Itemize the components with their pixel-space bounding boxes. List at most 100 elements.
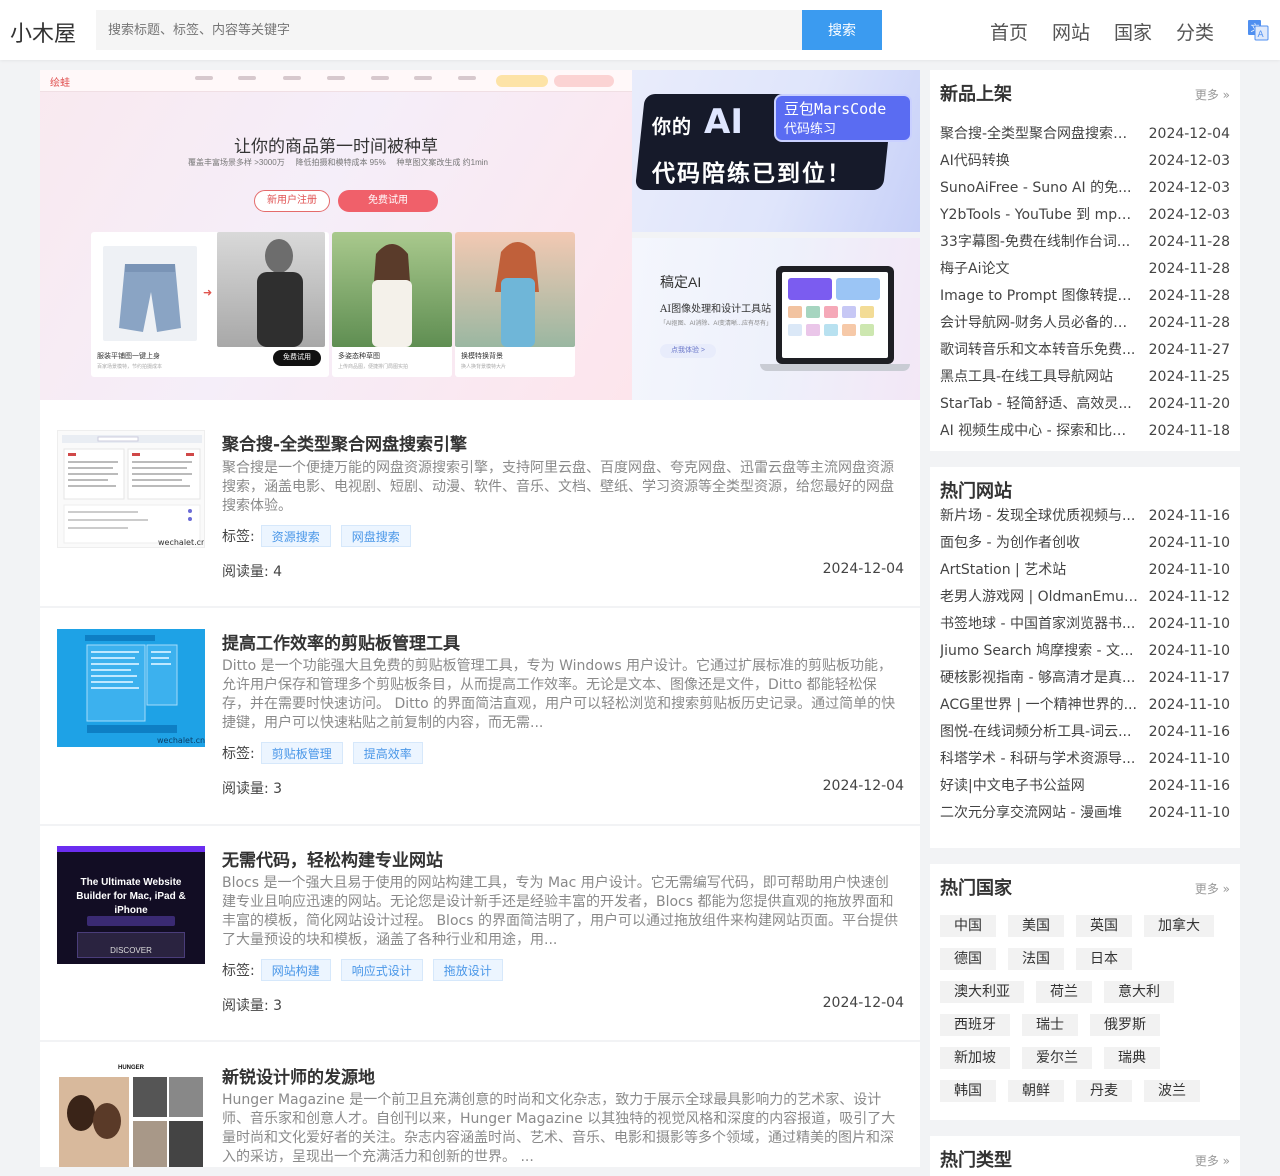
- country-tag[interactable]: 荷兰: [1036, 981, 1092, 1003]
- country-tag[interactable]: 法国: [1008, 948, 1064, 970]
- site-name[interactable]: 好读|中文电子书公益网: [940, 773, 1138, 800]
- sidebar-list-item[interactable]: 好读|中文电子书公益网 2024-11-16: [940, 773, 1230, 800]
- sidebar-list-item[interactable]: AI代码转换 2024-12-03: [940, 148, 1230, 175]
- sidebar-list-item[interactable]: 图悦-在线词频分析工具-词云... 2024-11-16: [940, 719, 1230, 746]
- site-name[interactable]: ACG里世界 | 一个精神世界的...: [940, 692, 1138, 719]
- country-tag[interactable]: 新加坡: [940, 1047, 1010, 1069]
- article-card[interactable]: HUNGER 新锐设计师的发源地 Hunger Magazine 是一个前卫且充…: [40, 1042, 920, 1167]
- article-thumbnail[interactable]: wechalet.cn: [57, 629, 205, 747]
- nav-categories[interactable]: 分类: [1176, 18, 1214, 45]
- more-link[interactable]: 更多 »: [1195, 880, 1230, 897]
- nav-home[interactable]: 首页: [990, 18, 1028, 45]
- country-tag[interactable]: 波兰: [1144, 1080, 1200, 1102]
- sidebar-list-item[interactable]: 新片场 - 发现全球优质视频与... 2024-11-16: [940, 503, 1230, 530]
- banner-gaoding-ad[interactable]: 稿定AI AI图像处理和设计工具站 「AI抠图、AI消除、AI变清晰...应有尽…: [632, 238, 920, 400]
- country-tag[interactable]: 澳大利亚: [940, 981, 1024, 1003]
- site-name[interactable]: 黑点工具-在线工具导航网站: [940, 364, 1138, 391]
- site-name[interactable]: 图悦-在线词频分析工具-词云...: [940, 719, 1138, 746]
- country-tag[interactable]: 西班牙: [940, 1014, 1010, 1036]
- article-thumbnail[interactable]: wechalet.cn: [57, 430, 205, 548]
- country-tag[interactable]: 中国: [940, 915, 996, 937]
- free-trial-button[interactable]: 免费试用: [338, 190, 438, 212]
- article-title[interactable]: 无需代码，轻松构建专业网站: [222, 846, 443, 871]
- article-title[interactable]: 新锐设计师的发源地: [222, 1063, 375, 1088]
- tag[interactable]: 拖放设计: [432, 959, 503, 981]
- sidebar-list-item[interactable]: 硬核影视指南 - 够高清才是真... 2024-11-17: [940, 665, 1230, 692]
- article-thumbnail[interactable]: The Ultimate Website Builder for Mac, iP…: [57, 846, 205, 964]
- sidebar-list-item[interactable]: ArtStation | 艺术站 2024-11-10: [940, 557, 1230, 584]
- site-name[interactable]: 面包多 - 为创作者创收: [940, 530, 1138, 557]
- country-tag[interactable]: 朝鲜: [1008, 1080, 1064, 1102]
- site-logo[interactable]: 小木屋: [10, 16, 76, 48]
- sidebar-list-item[interactable]: SunoAiFree - Suno AI 的免... 2024-12-03: [940, 175, 1230, 202]
- translate-icon[interactable]: 文 A: [1247, 19, 1269, 41]
- article-title[interactable]: 提高工作效率的剪贴板管理工具: [222, 629, 460, 654]
- site-name[interactable]: 33字幕图-免费在线制作台词...: [940, 229, 1138, 256]
- country-tag[interactable]: 爱尔兰: [1022, 1047, 1092, 1069]
- country-tag[interactable]: 日本: [1076, 948, 1132, 970]
- country-tag[interactable]: 瑞士: [1022, 1014, 1078, 1036]
- country-tag[interactable]: 韩国: [940, 1080, 996, 1102]
- article-card[interactable]: wechalet.cn 聚合搜-全类型聚合网盘搜索引擎 聚合搜是一个便捷万能的网…: [40, 400, 920, 606]
- site-name[interactable]: 梅子Ai论文: [940, 256, 1138, 283]
- sidebar-list-item[interactable]: 会计导航网-财务人员必备的会... 2024-11-28: [940, 310, 1230, 337]
- sidebar-list-item[interactable]: 面包多 - 为创作者创收 2024-11-10: [940, 530, 1230, 557]
- country-tag[interactable]: 德国: [940, 948, 996, 970]
- search-button[interactable]: 搜索: [802, 10, 882, 50]
- article-title[interactable]: 聚合搜-全类型聚合网盘搜索引擎: [222, 430, 467, 455]
- panel-free-trial-button[interactable]: 免费试用: [273, 350, 321, 366]
- nav-countries[interactable]: 国家: [1114, 18, 1152, 45]
- site-name[interactable]: AI代码转换: [940, 148, 1138, 175]
- sidebar-list-item[interactable]: 老男人游戏网 | OldmanEmu.... 2024-11-12: [940, 584, 1230, 611]
- site-name[interactable]: StarTab - 轻简舒适、高效灵...: [940, 391, 1138, 418]
- sidebar-list-item[interactable]: 梅子Ai论文 2024-11-28: [940, 256, 1230, 283]
- more-link[interactable]: 更多 »: [1195, 1152, 1230, 1169]
- site-name[interactable]: 会计导航网-财务人员必备的会...: [940, 310, 1138, 337]
- sidebar-list-item[interactable]: 科塔学术 - 科研与学术资源导... 2024-11-10: [940, 746, 1230, 773]
- sidebar-list-item[interactable]: 书签地球 - 中国首家浏览器书... 2024-11-10: [940, 611, 1230, 638]
- site-name[interactable]: 科塔学术 - 科研与学术资源导...: [940, 746, 1138, 773]
- try-button[interactable]: 点我体验 >: [660, 344, 716, 358]
- sidebar-list-item[interactable]: Image to Prompt 图像转提示... 2024-11-28: [940, 283, 1230, 310]
- tag[interactable]: 响应式设计: [340, 959, 423, 981]
- sidebar-list-item[interactable]: Y2bTools - YouTube 到 mp3... 2024-12-03: [940, 202, 1230, 229]
- country-tag[interactable]: 英国: [1076, 915, 1132, 937]
- sidebar-list-item[interactable]: StarTab - 轻简舒适、高效灵... 2024-11-20: [940, 391, 1230, 418]
- site-name[interactable]: 老男人游戏网 | OldmanEmu....: [940, 584, 1138, 611]
- sidebar-list-item[interactable]: 黑点工具-在线工具导航网站 2024-11-25: [940, 364, 1230, 391]
- sidebar-list-item[interactable]: 聚合搜-全类型聚合网盘搜索引... 2024-12-04: [940, 121, 1230, 148]
- country-tag[interactable]: 美国: [1008, 915, 1064, 937]
- article-card[interactable]: wechalet.cn 提高工作效率的剪贴板管理工具 Ditto 是一个功能强大…: [40, 608, 920, 824]
- nav-sites[interactable]: 网站: [1052, 18, 1090, 45]
- country-tag[interactable]: 意大利: [1104, 981, 1174, 1003]
- country-tag[interactable]: 丹麦: [1076, 1080, 1132, 1102]
- site-name[interactable]: 书签地球 - 中国首家浏览器书...: [940, 611, 1138, 638]
- site-name[interactable]: 二次元分享交流网站 - 漫画堆: [940, 800, 1138, 827]
- banner-marscode-ad[interactable]: 你的 AI 代码陪练已到位！ 豆包MarsCode 代码练习: [632, 70, 920, 232]
- country-tag[interactable]: 瑞典: [1104, 1047, 1160, 1069]
- sidebar-list-item[interactable]: AI 视频生成中心 - 探索和比较... 2024-11-18: [940, 418, 1230, 445]
- more-link[interactable]: 更多 »: [1195, 86, 1230, 103]
- site-name[interactable]: 新片场 - 发现全球优质视频与...: [940, 503, 1138, 530]
- country-tag[interactable]: 俄罗斯: [1090, 1014, 1160, 1036]
- site-name[interactable]: 聚合搜-全类型聚合网盘搜索引...: [940, 121, 1138, 148]
- tag[interactable]: 提高效率: [352, 742, 423, 764]
- search-input[interactable]: [96, 10, 802, 50]
- register-button[interactable]: 新用户注册: [254, 190, 330, 212]
- article-card[interactable]: The Ultimate Website Builder for Mac, iP…: [40, 826, 920, 1040]
- site-name[interactable]: Jiumo Search 鸠摩搜索 - 文...: [940, 638, 1138, 665]
- sidebar-list-item[interactable]: ACG里世界 | 一个精神世界的... 2024-11-10: [940, 692, 1230, 719]
- tag[interactable]: 网盘搜索: [340, 525, 411, 547]
- banner-main-ad[interactable]: 绘蛙 让你的商品第一时间被种草 覆盖丰富场景多样 >3000万 降低拍摄和模特成…: [40, 70, 632, 400]
- site-name[interactable]: SunoAiFree - Suno AI 的免...: [940, 175, 1138, 202]
- site-name[interactable]: AI 视频生成中心 - 探索和比较...: [940, 418, 1138, 445]
- article-thumbnail[interactable]: HUNGER: [57, 1063, 205, 1167]
- site-name[interactable]: 歌词转音乐和文本转音乐免费...: [940, 337, 1138, 364]
- site-name[interactable]: Image to Prompt 图像转提示...: [940, 283, 1138, 310]
- site-name[interactable]: Y2bTools - YouTube 到 mp3...: [940, 202, 1138, 229]
- sidebar-list-item[interactable]: 33字幕图-免费在线制作台词... 2024-11-28: [940, 229, 1230, 256]
- tag[interactable]: 网站构建: [260, 959, 331, 981]
- site-name[interactable]: ArtStation | 艺术站: [940, 557, 1138, 584]
- sidebar-list-item[interactable]: 二次元分享交流网站 - 漫画堆 2024-11-10: [940, 800, 1230, 827]
- sidebar-list-item[interactable]: Jiumo Search 鸠摩搜索 - 文... 2024-11-10: [940, 638, 1230, 665]
